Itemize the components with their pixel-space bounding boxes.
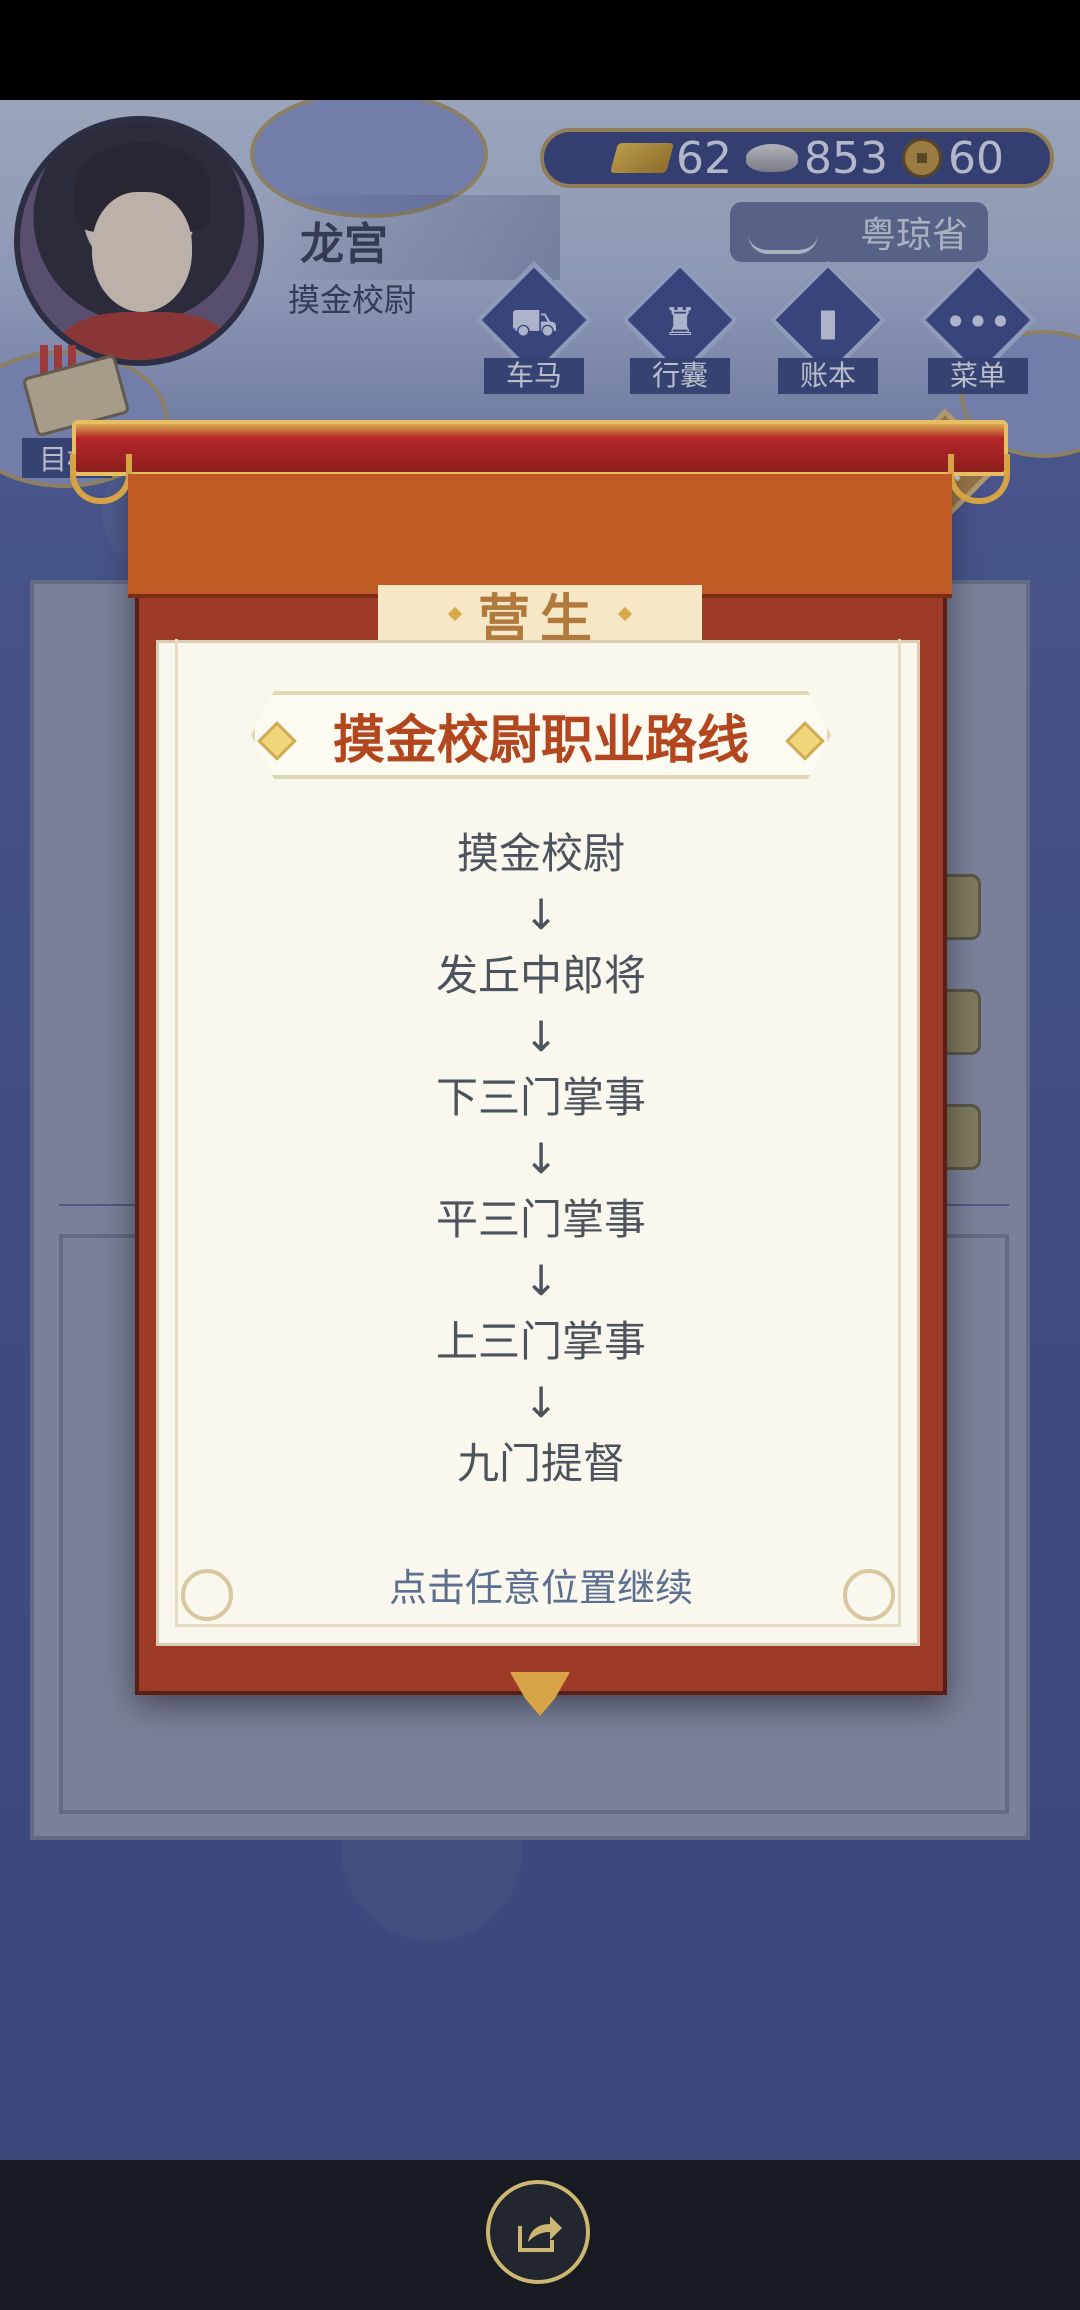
career-step: 发丘中郎将: [435, 951, 646, 1000]
bottom-bar: [0, 2160, 1080, 2310]
corner-ornament-icon: [181, 1569, 233, 1621]
career-path-list: 摸金校尉 ↓ 发丘中郎将 ↓ 下三门掌事 ↓ 平三门掌事 ↓ 上三门掌事 ↓ 九…: [159, 823, 923, 1495]
modal-top-beam: [70, 420, 1010, 504]
modal-heading: 摸金校尉职业路线: [332, 710, 749, 771]
career-step: 摸金校尉: [456, 829, 625, 878]
down-arrow-icon: ↓: [523, 1012, 559, 1061]
share-button[interactable]: [486, 2180, 590, 2284]
status-bar: [0, 0, 1080, 100]
career-step: 平三门掌事: [435, 1195, 646, 1244]
down-arrow-icon: ↓: [523, 1256, 559, 1305]
corner-ornament-icon: [843, 1569, 895, 1621]
career-step: 下三门掌事: [435, 1073, 646, 1122]
share-icon: [518, 2216, 562, 2252]
down-arrow-icon: ↓: [523, 1378, 559, 1427]
career-step: 九门提督: [456, 1439, 625, 1488]
modal-tag: 营生: [378, 585, 702, 650]
modal-content[interactable]: 摸金校尉职业路线 摸金校尉 ↓ 发丘中郎将 ↓ 下三门掌事 ↓ 平三门掌事 ↓ …: [156, 639, 923, 1646]
career-step: 上三门掌事: [435, 1317, 646, 1366]
continue-hint: 点击任意位置继续: [388, 1566, 693, 1610]
heading-box: 摸金校尉职业路线: [251, 691, 831, 779]
down-arrow-icon: ↓: [523, 890, 559, 939]
down-arrow-icon: ↓: [523, 1134, 559, 1183]
